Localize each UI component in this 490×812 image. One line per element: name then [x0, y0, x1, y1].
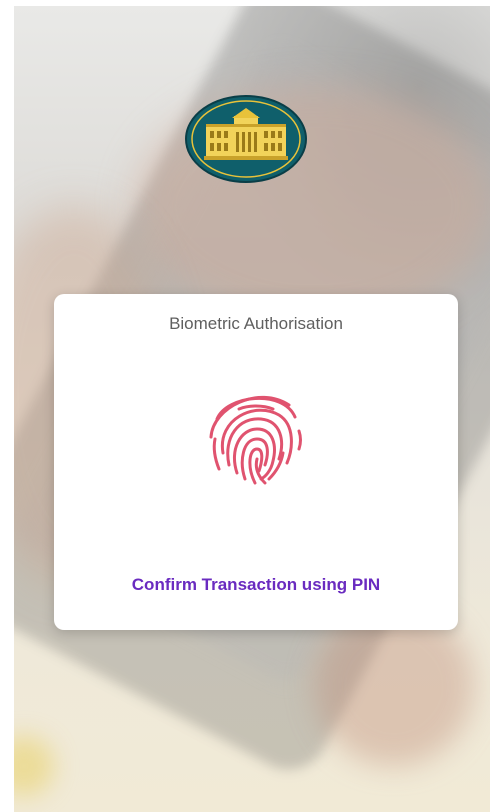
biometric-dialog: Biometric Authorisation Confirm Transact… — [54, 294, 458, 630]
fingerprint-icon[interactable] — [199, 379, 311, 491]
bank-building-logo — [184, 94, 308, 184]
confirm-with-pin-button[interactable]: Confirm Transaction using PIN — [54, 575, 458, 595]
dialog-title: Biometric Authorisation — [169, 314, 343, 333]
screen: Biometric Authorisation Confirm Transact… — [0, 0, 490, 812]
